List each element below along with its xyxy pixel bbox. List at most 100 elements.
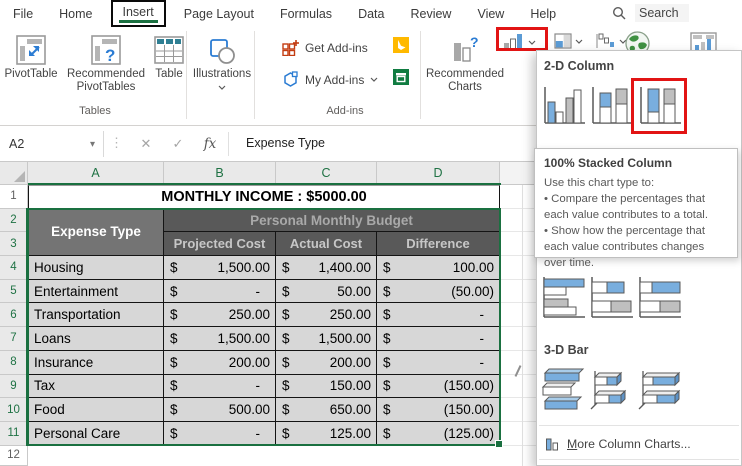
- cell-c11[interactable]: $125.00: [276, 421, 377, 446]
- cell-b10[interactable]: $500.00: [164, 398, 276, 422]
- cell-b5[interactable]: $ -: [164, 279, 276, 304]
- insert-function-button[interactable]: fx: [198, 133, 222, 155]
- cell-a2-expense-type[interactable]: Expense Type: [28, 208, 164, 257]
- cell-a5[interactable]: Entertainment: [28, 279, 164, 304]
- formula-input[interactable]: Expense Type: [246, 136, 325, 150]
- cell-a9[interactable]: Tax: [28, 374, 164, 399]
- cell-d4[interactable]: $100.00: [377, 256, 500, 280]
- cell-d5[interactable]: $ (50.00): [377, 279, 500, 304]
- tab-file[interactable]: File: [0, 3, 46, 25]
- cell-b2-budget-title[interactable]: Personal Monthly Budget: [164, 208, 500, 233]
- search-label[interactable]: Search: [635, 4, 689, 22]
- insert-waterfall-chart-button[interactable]: [596, 33, 627, 49]
- tab-review[interactable]: Review: [397, 3, 464, 25]
- cell-b9[interactable]: $ -: [164, 374, 276, 399]
- stacked-bar-thumbnail[interactable]: [589, 273, 635, 323]
- cell-c10[interactable]: $650.00: [276, 398, 377, 422]
- name-box-chevron-icon[interactable]: ▾: [90, 139, 95, 150]
- cell-d7[interactable]: $ -: [377, 327, 500, 351]
- 100-stacked-bar-3d-thumbnail[interactable]: [637, 363, 683, 413]
- cell-value: (50.00): [451, 283, 494, 299]
- row-header-8[interactable]: 8: [0, 350, 28, 375]
- cell-c6[interactable]: $250.00: [276, 303, 377, 328]
- enter-button[interactable]: ✓: [166, 133, 190, 155]
- formula-bar-handle[interactable]: ⋮: [110, 135, 123, 151]
- row-header-6[interactable]: 6: [0, 303, 28, 328]
- cell-d10[interactable]: $ (150.00): [377, 398, 500, 422]
- cell-value: 500.00: [228, 402, 270, 418]
- pivottable-button[interactable]: PivotTable: [2, 31, 60, 81]
- pivottable-label: PivotTable: [4, 68, 58, 80]
- cell-d9[interactable]: $ (150.00): [377, 374, 500, 399]
- cell-d8[interactable]: $ -: [377, 350, 500, 375]
- row-header-5[interactable]: 5: [0, 279, 28, 304]
- cell-b6[interactable]: $250.00: [164, 303, 276, 328]
- column-header-a[interactable]: A: [28, 162, 164, 185]
- subheader-projected-cost[interactable]: Projected Cost: [164, 232, 276, 257]
- tab-insert[interactable]: Insert: [110, 0, 166, 27]
- clustered-bar-thumbnail[interactable]: [541, 273, 587, 323]
- stacked-column-thumbnail[interactable]: [589, 81, 635, 131]
- cell-c9[interactable]: $150.00: [276, 374, 377, 399]
- cell-a7[interactable]: Loans: [28, 327, 164, 351]
- row-header-7[interactable]: 7: [0, 327, 28, 351]
- row-header-1[interactable]: 1: [0, 185, 28, 209]
- subheader-difference[interactable]: Difference: [377, 232, 500, 257]
- cell-a10[interactable]: Food: [28, 398, 164, 422]
- highlight-box-100-stacked-column: [631, 78, 687, 134]
- tab-view[interactable]: View: [464, 3, 517, 25]
- recommended-charts-button[interactable]: ? Recommended Charts: [424, 31, 506, 94]
- get-addins-button[interactable]: Get Add-ins: [282, 39, 368, 56]
- row-header-4[interactable]: 4: [0, 256, 28, 280]
- table-button[interactable]: Table: [152, 31, 186, 81]
- more-column-charts-item[interactable]: More Column Charts...: [537, 431, 741, 457]
- row-header-9[interactable]: 9: [0, 374, 28, 399]
- cell-value: (150.00): [443, 378, 494, 394]
- cell-b4[interactable]: $1,500.00: [164, 256, 276, 280]
- cell-a11[interactable]: Personal Care: [28, 421, 164, 446]
- stacked-bar-3d-thumbnail[interactable]: [589, 363, 635, 413]
- fill-handle[interactable]: [495, 440, 503, 448]
- row-header-3[interactable]: 3: [0, 232, 28, 257]
- cell-c7[interactable]: $1,500.00: [276, 327, 377, 351]
- tab-page-layout[interactable]: Page Layout: [171, 3, 267, 25]
- cell-c8[interactable]: $200.00: [276, 350, 377, 375]
- cancel-button[interactable]: ✕: [134, 133, 158, 155]
- illustrations-button[interactable]: Illustrations: [192, 31, 252, 90]
- insert-hierarchy-chart-button[interactable]: [554, 33, 583, 49]
- row-header-2[interactable]: 2: [0, 208, 28, 233]
- column-header-c[interactable]: C: [276, 162, 377, 185]
- cell-a8[interactable]: Insurance: [28, 350, 164, 375]
- cell-c4[interactable]: $1,400.00: [276, 256, 377, 280]
- cell-b11[interactable]: $ -: [164, 421, 276, 446]
- column-header-b[interactable]: B: [164, 162, 276, 185]
- clustered-bar-3d-thumbnail[interactable]: [541, 363, 587, 413]
- clustered-column-thumbnail[interactable]: [541, 81, 587, 131]
- subheader-actual-cost[interactable]: Actual Cost: [276, 232, 377, 257]
- my-addins-button[interactable]: My Add-ins: [282, 71, 378, 88]
- search-box[interactable]: Search: [612, 4, 689, 22]
- 100-stacked-bar-thumbnail[interactable]: [637, 273, 683, 323]
- recommended-pivottables-button[interactable]: ? Recommended PivotTables: [62, 31, 150, 94]
- tab-home[interactable]: Home: [46, 3, 105, 25]
- currency-symbol: $: [170, 354, 178, 370]
- cell-b7[interactable]: $1,500.00: [164, 327, 276, 351]
- tab-formulas[interactable]: Formulas: [267, 3, 345, 25]
- office-store-addin-icon[interactable]: [393, 69, 409, 90]
- cell-a6[interactable]: Transportation: [28, 303, 164, 328]
- cell-c5[interactable]: $50.00: [276, 279, 377, 304]
- name-box[interactable]: A2 ▾: [0, 131, 104, 157]
- cell-d11[interactable]: $ (125.00): [377, 421, 500, 446]
- tab-help[interactable]: Help: [517, 3, 569, 25]
- cell-a4[interactable]: Housing: [28, 256, 164, 280]
- row-header-12[interactable]: 12: [0, 445, 28, 466]
- row-header-11[interactable]: 11: [0, 421, 28, 446]
- column-header-d[interactable]: D: [377, 162, 500, 185]
- cell-b8[interactable]: $200.00: [164, 350, 276, 375]
- row-header-10[interactable]: 10: [0, 398, 28, 422]
- cell-d6[interactable]: $ -: [377, 303, 500, 328]
- cell-a1[interactable]: MONTHLY INCOME : $5000.00: [28, 185, 500, 209]
- bing-maps-addin-icon[interactable]: [393, 37, 409, 58]
- tab-data[interactable]: Data: [345, 3, 397, 25]
- select-all-corner[interactable]: [0, 162, 28, 185]
